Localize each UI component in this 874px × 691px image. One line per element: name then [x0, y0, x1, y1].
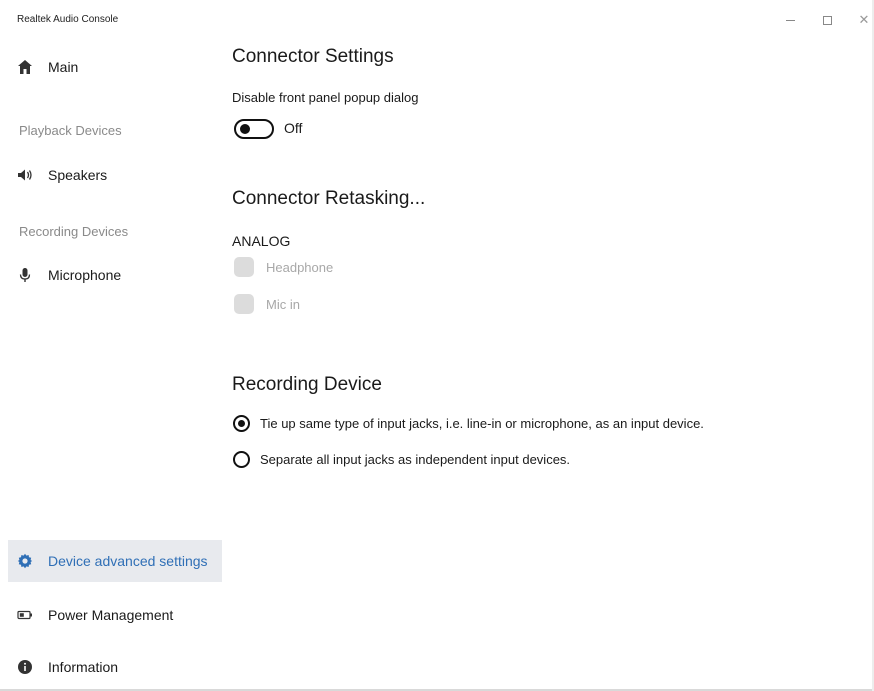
jack-label: Mic in: [266, 296, 300, 312]
headphone-jack-icon: [234, 257, 254, 277]
radio-tie-up-jacks[interactable]: Tie up same type of input jacks, i.e. li…: [233, 412, 704, 434]
recording-device-title: Recording Device: [232, 374, 382, 395]
jack-label: Headphone: [266, 259, 334, 275]
close-button[interactable]: ✕: [849, 8, 874, 32]
sidebar-item-main[interactable]: Main: [8, 46, 222, 88]
connector-retasking-title[interactable]: Connector Retasking...: [232, 188, 425, 210]
disable-popup-toggle[interactable]: [234, 119, 274, 139]
sidebar-item-label: Speakers: [48, 167, 108, 183]
minimize-button[interactable]: [775, 8, 805, 32]
recording-devices-header: Recording Devices: [19, 224, 129, 239]
title-bar: Realtek Audio Console ✕: [0, 0, 874, 40]
maximize-icon: [822, 15, 832, 25]
jack-mic-in: Mic in: [234, 291, 300, 317]
battery-icon: [16, 606, 34, 624]
close-icon: ✕: [858, 12, 870, 28]
main-content: Connector Settings Disable front panel p…: [232, 40, 862, 680]
radio-button-selected[interactable]: [233, 414, 250, 432]
sidebar-item-microphone[interactable]: Microphone: [8, 254, 222, 296]
sidebar-item-information[interactable]: Information: [8, 646, 222, 688]
sidebar-item-label: Microphone: [48, 267, 122, 283]
radio-button[interactable]: [233, 450, 250, 468]
gear-icon: [16, 552, 34, 570]
info-icon: [16, 658, 34, 676]
sidebar-item-power-management[interactable]: Power Management: [8, 594, 222, 636]
sidebar-item-label: Main: [48, 59, 79, 75]
sidebar-item-device-advanced-settings[interactable]: Device advanced settings: [8, 540, 222, 582]
radio-label: Separate all input jacks as independent …: [260, 451, 571, 467]
maximize-button[interactable]: [812, 8, 842, 32]
connector-settings-title: Connector Settings: [232, 46, 394, 67]
toggle-state-text: Off: [284, 120, 303, 136]
disable-popup-label: Disable front panel popup dialog: [232, 90, 419, 105]
sidebar: Main Playback Devices Speakers Recording…: [0, 40, 222, 691]
mic-jack-icon: [234, 294, 254, 314]
sidebar-item-label: Device advanced settings: [48, 553, 208, 569]
sidebar-item-label: Power Management: [48, 607, 174, 623]
sidebar-item-speakers[interactable]: Speakers: [8, 154, 222, 196]
app-title: Realtek Audio Console: [17, 14, 119, 25]
speaker-icon: [16, 166, 34, 184]
playback-devices-header: Playback Devices: [19, 123, 122, 138]
sidebar-item-label: Information: [48, 659, 119, 675]
toggle-knob: [240, 124, 250, 134]
minimize-icon: [785, 19, 795, 21]
app-window: Realtek Audio Console ✕ Main Playback De…: [0, 0, 874, 691]
jack-headphone: Headphone: [234, 254, 333, 280]
radio-separate-jacks[interactable]: Separate all input jacks as independent …: [233, 448, 570, 470]
radio-label: Tie up same type of input jacks, i.e. li…: [260, 415, 704, 431]
microphone-icon: [16, 266, 34, 284]
home-icon: [16, 58, 34, 76]
analog-group-label: ANALOG: [232, 233, 291, 249]
